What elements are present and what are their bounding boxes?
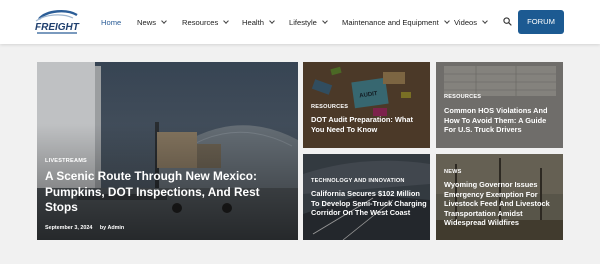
featured-headline[interactable]: A Scenic Route Through New Mexico: Pumpk… <box>45 169 293 216</box>
nav-label: Health <box>242 18 264 27</box>
chevron-down-icon <box>161 18 167 24</box>
featured-article-card[interactable]: LIVESTREAMS A Scenic Route Through New M… <box>37 62 298 240</box>
category-badge[interactable]: RESOURCES <box>444 94 481 100</box>
nav-item-health[interactable]: Health <box>242 16 275 30</box>
nav-item-videos[interactable]: Videos <box>454 16 488 30</box>
nav-label: Videos <box>454 18 478 27</box>
category-badge[interactable]: RESOURCES <box>311 104 348 110</box>
chevron-down-icon <box>322 18 328 24</box>
article-headline[interactable]: California Secures $102 Million To Devel… <box>311 189 427 218</box>
nav-label: Maintenance and Equipment <box>342 18 439 27</box>
chevron-down-icon <box>482 18 488 24</box>
search-icon[interactable] <box>503 17 512 26</box>
chevron-down-icon <box>223 18 230 24</box>
nav-item-lifestyle[interactable]: Lifestyle <box>289 16 328 30</box>
chevron-down-icon <box>443 18 450 24</box>
chevron-down-icon <box>269 18 275 24</box>
nav-item-resources[interactable]: Resources <box>182 16 230 30</box>
article-meta: September 3, 2024 by Admin <box>45 225 124 231</box>
article-card[interactable]: TECHNOLOGY AND INNOVATION California Sec… <box>303 154 430 240</box>
nav-item-maintenance[interactable]: Maintenance and Equipment <box>342 16 450 30</box>
article-card[interactable]: AUDIT RESOURCES DOT Audit Preparation: W… <box>303 62 430 148</box>
article-date: September 3, 2024 <box>45 225 93 231</box>
category-badge[interactable]: TECHNOLOGY AND INNOVATION <box>311 178 405 184</box>
article-headline[interactable]: Common HOS Violations And How To Avoid T… <box>444 106 560 135</box>
forum-button[interactable]: FORUM <box>518 10 564 34</box>
nav-item-news[interactable]: News <box>137 16 167 30</box>
article-card[interactable]: NEWS Wyoming Governor Issues Emergency E… <box>436 154 563 240</box>
nav-label: Home <box>101 18 122 27</box>
nav-label: Resources <box>182 18 219 27</box>
nav-label: News <box>137 18 156 27</box>
category-badge[interactable]: NEWS <box>444 169 462 175</box>
image-overlay <box>436 62 563 148</box>
article-author[interactable]: by Admin <box>100 225 124 231</box>
article-headline[interactable]: Wyoming Governor Issues Emergency Exempt… <box>444 180 560 228</box>
site-header: FREIGHT Home News Resources Health Lifes… <box>0 0 600 44</box>
article-card[interactable]: RESOURCES Common HOS Violations And How … <box>436 62 563 148</box>
nav-label: Lifestyle <box>289 18 317 27</box>
nav-item-home[interactable]: Home <box>101 16 121 30</box>
article-headline[interactable]: DOT Audit Preparation: What You Need To … <box>311 115 427 134</box>
category-badge[interactable]: LIVESTREAMS <box>45 158 87 164</box>
